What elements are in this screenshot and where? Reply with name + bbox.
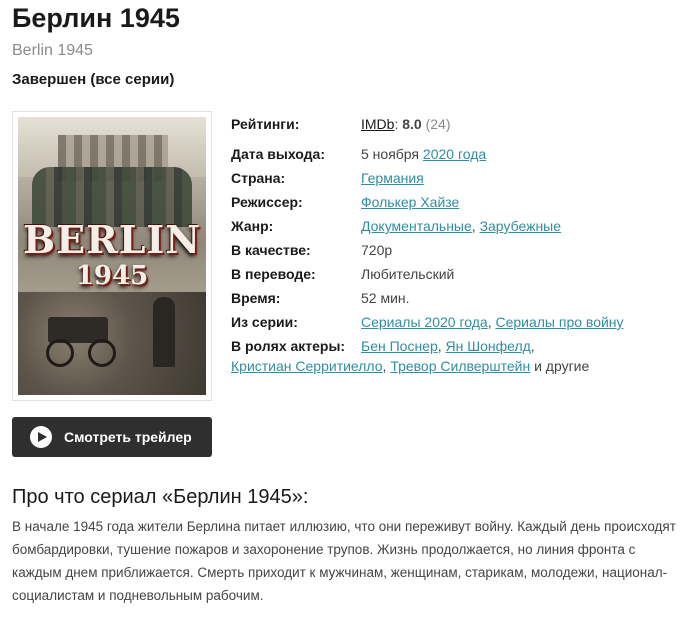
poster-image[interactable]: BERLIN 1945 [18, 117, 206, 395]
quality-label: В качестве: [231, 242, 311, 258]
country-link[interactable]: Германия [361, 170, 424, 186]
actors-more: и другие [534, 358, 590, 374]
actor-link[interactable]: Кристиан Серритиелло [231, 358, 383, 374]
ratings-label: Рейтинги: [231, 116, 300, 132]
poster-frame: BERLIN 1945 [12, 111, 212, 401]
status-text: Завершен (все серии) [12, 71, 175, 88]
about-heading: Про что сериал «Берлин 1945»: [12, 486, 309, 508]
actors-label: В ролях актеры: [231, 338, 346, 354]
trailer-button-label: Смотреть трейлер [64, 429, 192, 445]
genre-link[interactable]: Документальные [361, 218, 472, 234]
release-year-link[interactable]: 2020 года [423, 146, 486, 162]
release-day: 5 ноября [361, 146, 420, 162]
page-title: Берлин 1945 [12, 3, 180, 33]
genre-label: Жанр: [231, 218, 274, 234]
genre-link[interactable]: Зарубежные [480, 218, 561, 234]
actor-link[interactable]: Бен Поснер [361, 338, 438, 354]
poster-figure [153, 297, 175, 367]
imdb-link[interactable]: IMDb [361, 116, 394, 132]
duration-value: 52 мин. [361, 290, 410, 306]
poster-wheel [46, 339, 74, 367]
genre-value: Документальные, Зарубежные [361, 218, 562, 234]
about-description: В начале 1945 года жители Берлина питает… [12, 519, 676, 603]
actors-value: Бен Поснер, Ян Шонфелд, [361, 338, 535, 354]
quality-value: 720p [361, 242, 393, 258]
director-link[interactable]: Фолькер Хайзе [361, 194, 459, 210]
release-label: Дата выхода: [231, 146, 325, 162]
director-value: Фолькер Хайзе [361, 194, 459, 210]
release-value: 5 ноября 2020 года [361, 146, 486, 162]
director-label: Режиссер: [231, 194, 303, 210]
original-title: Berlin 1945 [12, 42, 93, 59]
country-label: Страна: [231, 170, 286, 186]
series-label: Из серии: [231, 314, 298, 330]
translation-label: В переводе: [231, 266, 316, 282]
imdb-votes: (24) [425, 116, 451, 132]
poster-wheel [88, 339, 116, 367]
actor-link[interactable]: Ян Шонфелд [446, 338, 531, 354]
watch-trailer-button[interactable]: Смотреть трейлер [12, 417, 212, 457]
series-value: Сериалы 2020 года, Сериалы про войну [361, 314, 624, 330]
series-link[interactable]: Сериалы про войну [495, 314, 623, 330]
series-link[interactable]: Сериалы 2020 года [361, 314, 488, 330]
poster-title-text: BERLIN [23, 217, 201, 262]
imdb-score: 8.0 [402, 116, 422, 132]
translation-value: Любительский [361, 266, 455, 282]
imdb-sep: : [394, 116, 399, 132]
poster-year-text: 1945 [75, 261, 149, 291]
country-value: Германия [361, 170, 424, 186]
actor-link[interactable]: Тревор Силверштейн [390, 358, 530, 374]
ratings-value: IMDb: 8.0 (24) [361, 116, 451, 132]
duration-label: Время: [231, 290, 281, 306]
play-icon [30, 426, 52, 448]
actors-continued: Кристиан Серритиелло, Тревор Силверштейн… [231, 358, 590, 374]
